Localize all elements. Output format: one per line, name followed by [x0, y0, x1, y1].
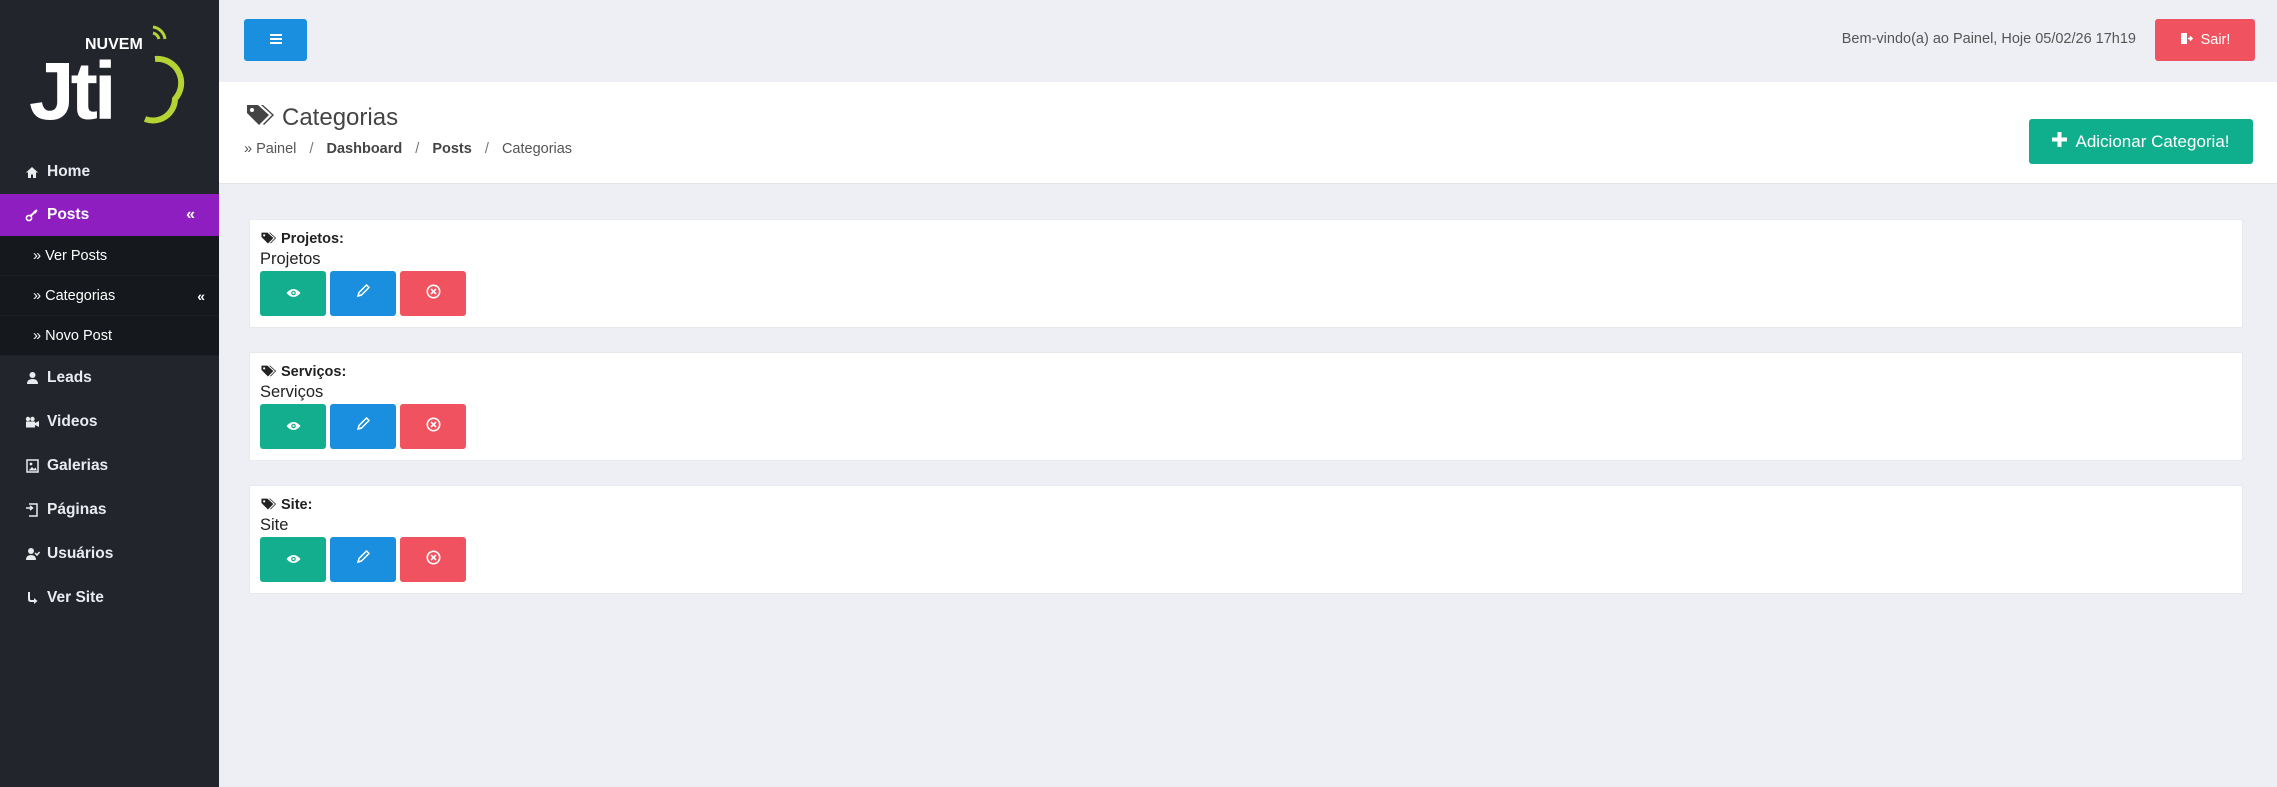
breadcrumb-separator: /	[415, 141, 420, 157]
sidebar-item-label: Home	[47, 163, 91, 180]
top-bar: Bem-vindo(a) ao Painel, Hoje 05/02/26 17…	[219, 0, 2277, 82]
sidebar-subitem-label: » Ver Posts	[33, 247, 108, 264]
category-label: Projetos:	[260, 229, 2232, 249]
breadcrumb-separator: /	[484, 141, 489, 157]
tags-icon	[245, 102, 275, 133]
close-circle-icon	[426, 417, 441, 437]
breadcrumb-painel[interactable]: » Painel	[244, 141, 296, 157]
category-card: Site: Site	[250, 486, 2242, 593]
page-title-text: Categorias	[282, 103, 399, 131]
view-button[interactable]	[260, 404, 326, 449]
users-icon	[24, 546, 40, 562]
breadcrumb-separator: /	[309, 141, 314, 157]
category-name: Site	[260, 516, 289, 534]
sidebar-item-videos[interactable]: Videos	[0, 400, 219, 444]
category-label-text: Serviços:	[281, 364, 347, 380]
category-name: Projetos	[260, 250, 321, 268]
view-button[interactable]	[260, 537, 326, 582]
sidebar-item-label: Galerias	[47, 457, 109, 474]
eye-icon	[286, 285, 301, 303]
sidebar-item-label: Videos	[47, 413, 98, 430]
category-label-text: Projetos:	[281, 231, 344, 247]
pages-icon	[24, 502, 40, 518]
category-label: Serviços:	[260, 362, 2232, 382]
sidebar-subitem-label: » Novo Post	[33, 327, 112, 344]
sidebar-subitem-ver-posts[interactable]: » Ver Posts	[0, 236, 219, 276]
posts-icon	[24, 207, 40, 223]
close-circle-icon	[426, 550, 441, 570]
category-card: Serviços: Serviços	[250, 353, 2242, 460]
delete-button[interactable]	[400, 271, 466, 316]
tags-icon	[260, 497, 277, 514]
sidebar-subitem-novo-post[interactable]: » Novo Post	[0, 316, 219, 356]
video-icon	[24, 414, 40, 430]
category-actions	[260, 404, 2232, 449]
sidebar-item-posts[interactable]: Posts «	[0, 194, 219, 236]
brand-logo[interactable]: NUVEM Jti	[0, 0, 219, 150]
close-circle-icon	[426, 284, 441, 304]
sidebar-item-galerias[interactable]: Galerias	[0, 444, 219, 488]
posts-submenu: » Ver Posts » Categorias « » Novo Post	[0, 236, 219, 356]
eye-icon	[286, 551, 301, 569]
sidebar-item-home[interactable]: Home	[0, 150, 219, 194]
category-card: Projetos: Projetos	[250, 220, 2242, 327]
breadcrumb-posts[interactable]: Posts	[432, 141, 472, 157]
sidebar-subitem-categorias[interactable]: » Categorias «	[0, 276, 219, 316]
delete-button[interactable]	[400, 537, 466, 582]
category-actions	[260, 537, 2232, 582]
tags-icon	[260, 364, 277, 381]
share-icon	[24, 590, 40, 606]
sidebar-item-usuarios[interactable]: Usuários	[0, 532, 219, 576]
sidebar-item-label: Posts	[47, 206, 90, 223]
home-icon	[24, 164, 40, 180]
image-icon	[24, 458, 40, 474]
page-title: Categorias	[245, 102, 398, 133]
logout-label: Sair!	[2200, 32, 2231, 48]
plus-icon	[2052, 131, 2068, 152]
category-label: Site:	[260, 495, 2232, 515]
eye-icon	[286, 418, 301, 436]
sidebar: NUVEM Jti Home Posts « » Ver Posts » Cat…	[0, 0, 219, 787]
add-category-label: Adicionar Categoria!	[2075, 131, 2230, 151]
welcome-message: Bem-vindo(a) ao Painel, Hoje 05/02/26 17…	[1841, 31, 2136, 47]
breadcrumb: » Painel / Dashboard / Posts / Categoria…	[244, 141, 572, 157]
menu-toggle-button[interactable]	[244, 19, 307, 61]
category-name: Serviços	[260, 383, 324, 401]
sidebar-item-ver-site[interactable]: Ver Site	[0, 576, 219, 620]
edit-button[interactable]	[330, 537, 396, 582]
category-list: Projetos: Projetos Serviços: Serviços Si…	[250, 220, 2242, 619]
sidebar-item-label: Páginas	[47, 501, 107, 518]
sidebar-item-paginas[interactable]: Páginas	[0, 488, 219, 532]
sidebar-item-label: Leads	[47, 369, 92, 386]
pencil-icon	[356, 416, 371, 436]
sidebar-item-label: Ver Site	[47, 589, 104, 606]
category-actions	[260, 271, 2232, 316]
logout-button[interactable]: Sair!	[2155, 19, 2255, 61]
collapse-chevron-icon[interactable]: «	[197, 288, 205, 304]
breadcrumb-current: Categorias	[501, 141, 573, 157]
pencil-icon	[356, 549, 371, 569]
collapse-chevron-icon[interactable]: «	[186, 206, 195, 224]
edit-button[interactable]	[330, 404, 396, 449]
tags-icon	[260, 231, 277, 248]
user-icon	[24, 370, 40, 386]
view-button[interactable]	[260, 271, 326, 316]
sidebar-item-leads[interactable]: Leads	[0, 356, 219, 400]
sidebar-item-label: Usuários	[47, 545, 114, 562]
page-header: Categorias » Painel / Dashboard / Posts …	[219, 82, 2277, 184]
sidebar-subitem-label: » Categorias	[33, 287, 116, 304]
delete-button[interactable]	[400, 404, 466, 449]
svg-text:Jti: Jti	[29, 46, 113, 131]
edit-button[interactable]	[330, 271, 396, 316]
logout-icon	[2180, 32, 2193, 49]
breadcrumb-dashboard[interactable]: Dashboard	[327, 141, 403, 157]
pencil-icon	[356, 283, 371, 303]
hamburger-icon	[269, 31, 282, 49]
nuvem-jti-logo: NUVEM Jti	[29, 25, 184, 131]
add-category-button[interactable]: Adicionar Categoria!	[2029, 119, 2253, 164]
category-label-text: Site:	[281, 497, 313, 513]
